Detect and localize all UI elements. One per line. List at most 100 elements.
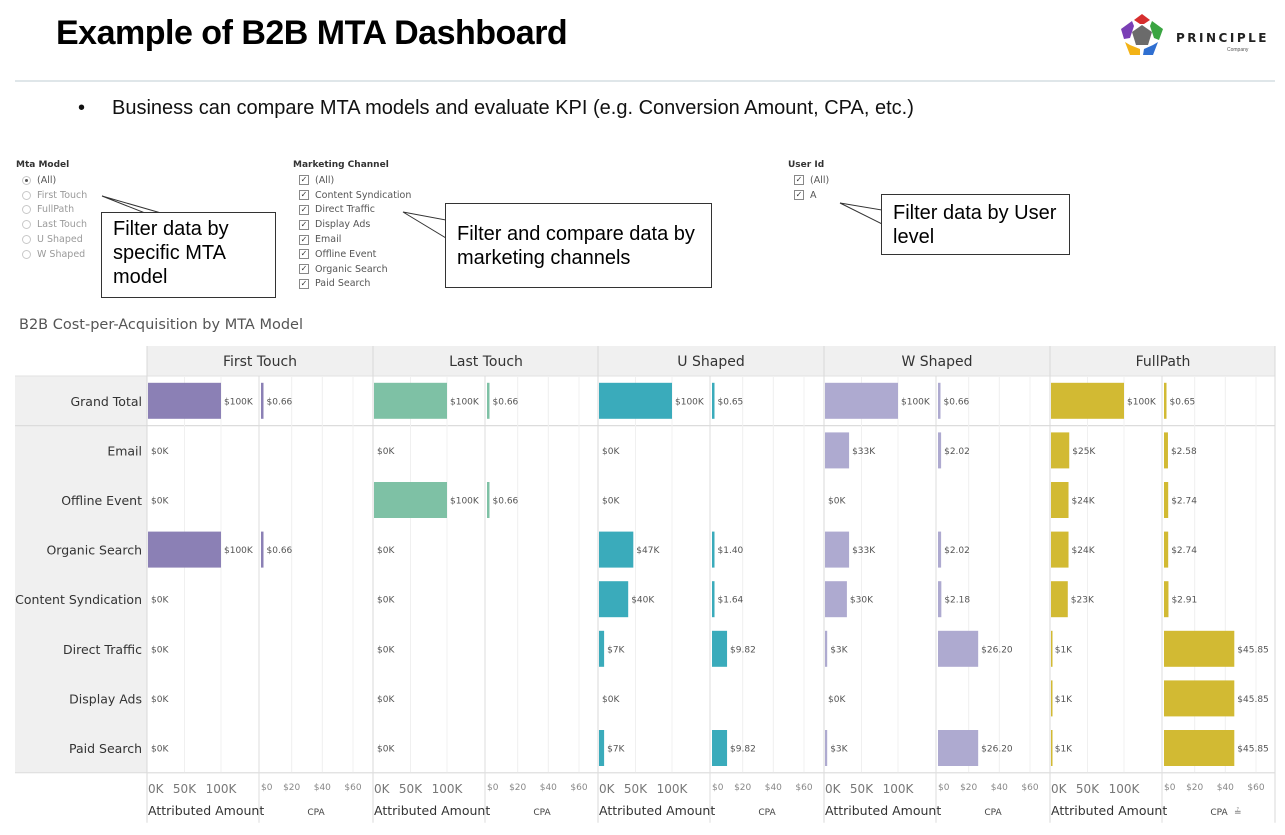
filter-option-email[interactable]: ✓ Email [293, 232, 411, 247]
bar-label-cpa: $0.65 [1170, 397, 1196, 407]
checkbox-checked-icon[interactable]: ✓ [299, 219, 309, 230]
checkbox-checked-icon[interactable]: ✓ [794, 190, 804, 201]
bar-label-amount: $23K [1071, 596, 1095, 606]
bar-cpa [1164, 482, 1169, 518]
bar-label-cpa: $1.40 [718, 546, 744, 556]
bar-label-cpa: $0.66 [944, 397, 970, 407]
checkbox-checked-icon[interactable]: ✓ [299, 204, 309, 215]
bar-label-cpa: $45.85 [1237, 695, 1269, 705]
filter-option-label: (All) [810, 174, 830, 186]
axis-title-amount: Attributed Amount [374, 803, 490, 818]
filter-option-direct-traffic[interactable]: ✓ Direct Traffic [293, 203, 411, 218]
axis-tick-cpa: $60 [570, 783, 587, 793]
callout-pointer-user [839, 202, 883, 225]
filter-option-display-ads[interactable]: ✓ Display Ads [293, 217, 411, 232]
filter-option-all[interactable]: (All) [16, 173, 87, 188]
bar-cpa [1164, 382, 1167, 419]
filter-option-label: A [810, 189, 817, 201]
bar-amount [1051, 581, 1068, 618]
bar-label-amount: $0K [377, 695, 395, 705]
bar-cpa [938, 382, 941, 419]
checkbox-checked-icon[interactable]: ✓ [299, 175, 309, 186]
axis-title-amount: Attributed Amount [825, 803, 941, 818]
bar-label-amount: $33K [852, 546, 876, 556]
filter-option-label: Offline Event [315, 248, 377, 260]
filter-option-label: U Shaped [37, 234, 83, 246]
bar-cpa [261, 382, 264, 419]
axis-tick-cpa: $40 [765, 783, 782, 793]
bar-label-amount: $100K [450, 397, 480, 407]
axis-tick-amount: 0K [599, 782, 616, 796]
radio-unselected-icon[interactable] [22, 235, 31, 245]
filter-user-id: User Id ✓ (All) ✓ A [788, 160, 829, 203]
filter-option-first-touch[interactable]: First Touch [16, 188, 87, 203]
radio-unselected-icon[interactable] [22, 190, 31, 200]
filter-option-content-syndication[interactable]: ✓ Content Syndication [293, 188, 411, 203]
axis-tick-amount: 100K [1109, 782, 1141, 796]
radio-unselected-icon[interactable] [22, 220, 31, 230]
panel-header: FullPath [1136, 354, 1191, 370]
axis-tick-amount: 0K [148, 782, 165, 796]
bar-label-cpa: $9.82 [730, 645, 756, 655]
filter-option-label: (All) [37, 174, 57, 186]
axis-tick-cpa: $20 [1186, 783, 1203, 793]
radio-unselected-icon[interactable] [22, 249, 31, 259]
chart-title: B2B Cost-per-Acquisition by MTA Model [19, 317, 303, 333]
pentagon-logo-icon [1121, 14, 1163, 55]
filter-option-label: (All) [315, 174, 335, 186]
filter-option-offline-event[interactable]: ✓ Offline Event [293, 247, 411, 262]
filter-option-last-touch[interactable]: Last Touch [16, 217, 87, 232]
row-label-column [15, 376, 147, 773]
bar-amount [825, 630, 828, 667]
checkbox-checked-icon[interactable]: ✓ [299, 234, 309, 245]
bar-cpa [712, 730, 728, 766]
filter-option-all[interactable]: ✓ (All) [293, 173, 411, 188]
bullet-text: Business can compare MTA models and eval… [112, 97, 914, 119]
axis-tick-cpa: $0 [938, 783, 950, 793]
bar-label-cpa: $2.18 [944, 596, 970, 606]
filter-option-label: Last Touch [37, 219, 88, 231]
filter-option-fullpath[interactable]: FullPath [16, 203, 87, 218]
bar-label-cpa: $2.02 [944, 546, 970, 556]
bar-label-amount: $100K [1127, 397, 1157, 407]
filter-option-a[interactable]: ✓ A [788, 188, 829, 203]
bar-amount [1051, 482, 1069, 518]
checkbox-checked-icon[interactable]: ✓ [794, 175, 804, 186]
bar-label-cpa: $9.82 [730, 745, 756, 755]
filter-option-w-shaped[interactable]: W Shaped [16, 247, 87, 262]
bar-label-amount: $40K [631, 596, 655, 606]
bar-label-amount: $47K [636, 546, 660, 556]
bar-label-amount: $0K [377, 645, 395, 655]
bar-amount [825, 730, 828, 766]
filter-option-all[interactable]: ✓ (All) [788, 173, 829, 188]
checkbox-checked-icon[interactable]: ✓ [299, 264, 309, 275]
callout-pointer-mta [101, 195, 162, 214]
bar-amount [599, 382, 672, 419]
axis-tick-cpa: $40 [1217, 783, 1234, 793]
bar-cpa [938, 730, 979, 766]
bar-amount [374, 482, 447, 518]
filter-option-organic-search[interactable]: ✓ Organic Search [293, 262, 411, 277]
checkbox-checked-icon[interactable]: ✓ [299, 249, 309, 260]
bar-label-amount: $0K [151, 596, 169, 606]
checkbox-checked-icon[interactable]: ✓ [299, 190, 309, 201]
bar-amount [599, 730, 605, 766]
filter-mta-model: Mta Model (All) First Touch FullPath Last T… [16, 160, 87, 262]
filter-option-paid-search[interactable]: ✓ Paid Search [293, 277, 411, 292]
axis-title-cpa: CPA [533, 808, 551, 818]
bar-label-amount: $7K [607, 745, 625, 755]
filter-option-u-shaped[interactable]: U Shaped [16, 232, 87, 247]
bar-cpa [938, 630, 979, 667]
radio-unselected-icon[interactable] [22, 205, 31, 215]
row-label: Direct Traffic [63, 642, 142, 657]
radio-selected-icon[interactable] [22, 175, 31, 185]
axis-tick-cpa: $60 [1247, 783, 1264, 793]
axis-tick-cpa: $60 [1021, 783, 1038, 793]
bar-label-amount: $0K [828, 695, 846, 705]
bar-label-amount: $0K [377, 596, 395, 606]
filter-option-label: FullPath [37, 204, 75, 216]
bar-label-amount: $0K [377, 745, 395, 755]
axis-title-amount: Attributed Amount [148, 803, 264, 818]
axis-tick-amount: 50K [1076, 782, 1100, 796]
checkbox-checked-icon[interactable]: ✓ [299, 278, 309, 289]
